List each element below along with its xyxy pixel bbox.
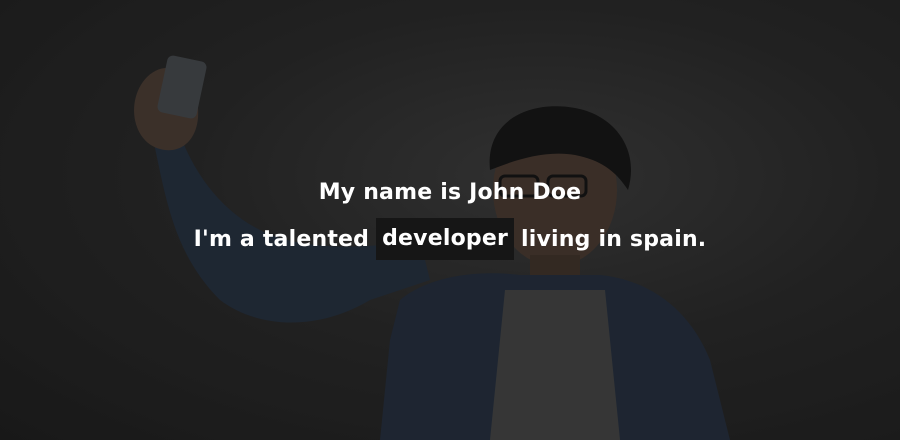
typed-role-highlight: developer [376, 218, 515, 260]
hero-section: My name is John Doe I'm a talented develo… [0, 0, 900, 440]
tagline-suffix: living in spain. [521, 226, 707, 252]
tagline-prefix: I'm a talented [193, 226, 370, 252]
hero-content: My name is John Doe I'm a talented develo… [0, 0, 900, 440]
headline: My name is John Doe [318, 180, 582, 205]
tagline: I'm a talented developer living in spain. [0, 218, 900, 260]
